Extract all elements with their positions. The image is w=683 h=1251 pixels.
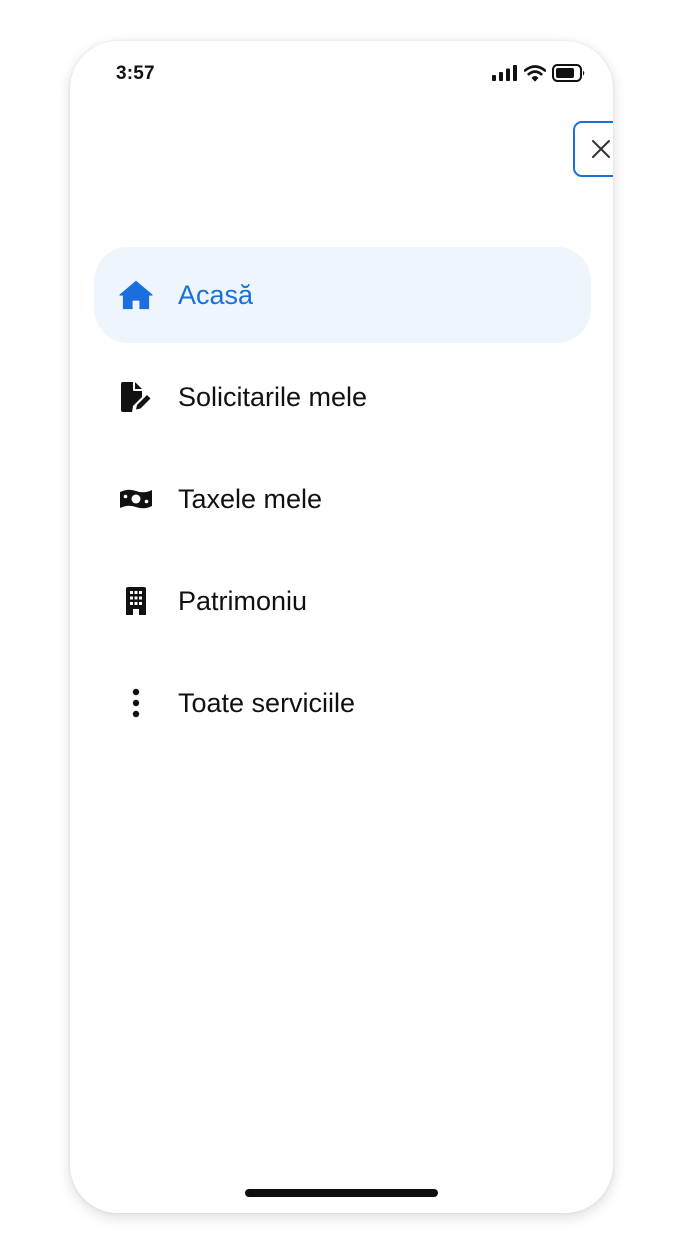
menu-item-label: Acasă <box>178 280 254 310</box>
more-vertical-icon <box>118 685 154 721</box>
menu-item-solicitarile-mele[interactable]: Solicitarile mele <box>94 349 591 445</box>
battery-icon <box>552 64 585 82</box>
wifi-icon <box>524 64 546 81</box>
home-indicator[interactable] <box>245 1189 438 1197</box>
signal-icon <box>492 65 517 81</box>
page: 3:57 Acasă Solicitarile mele Taxele mele… <box>0 0 683 1251</box>
menu-item-label: Patrimoniu <box>178 586 308 616</box>
phone-screen: 3:57 Acasă Solicitarile mele Taxele mele… <box>70 41 613 1213</box>
menu-item-label: Solicitarile mele <box>178 382 368 412</box>
status-time: 3:57 <box>116 63 155 84</box>
status-icons <box>492 63 586 83</box>
document-edit-icon <box>118 379 154 415</box>
status-bar: 3:57 <box>70 41 613 111</box>
menu-item-patrimoniu[interactable]: Patrimoniu <box>94 553 591 649</box>
menu-item-toate-serviciile[interactable]: Toate serviciile <box>94 655 591 751</box>
menu-item-label: Taxele mele <box>178 484 323 514</box>
menu-item-acasa[interactable]: Acasă <box>94 247 591 343</box>
money-bill-icon <box>118 481 154 517</box>
menu-item-taxele-mele[interactable]: Taxele mele <box>94 451 591 547</box>
menu-item-label: Toate serviciile <box>178 688 356 718</box>
close-icon <box>592 140 610 158</box>
side-menu: Acasă Solicitarile mele Taxele mele Patr… <box>94 247 591 757</box>
home-icon <box>118 277 154 313</box>
building-icon <box>118 583 154 619</box>
close-button[interactable] <box>573 121 613 177</box>
